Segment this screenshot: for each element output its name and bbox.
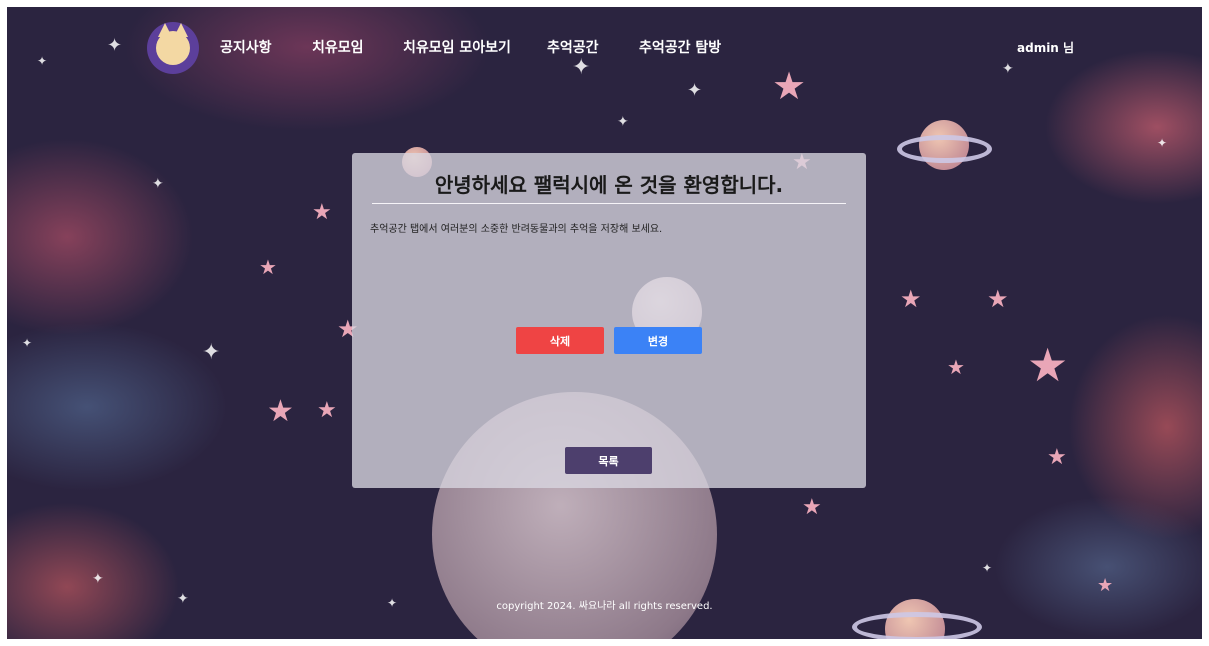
planet-ring-decoration xyxy=(852,612,982,639)
top-nav: 공지사항 치유모임 치유모임 모아보기 추억공간 추억공간 탐방 admin 님 xyxy=(7,7,1202,87)
list-button[interactable]: 목록 xyxy=(565,447,652,474)
nav-healing-group-all[interactable]: 치유모임 모아보기 xyxy=(403,37,511,57)
star-decoration: ★ xyxy=(267,394,294,429)
nav-notice[interactable]: 공지사항 xyxy=(220,37,272,57)
welcome-card: 안녕하세요 팰럭시에 온 것을 환영합니다. 추억공간 탭에서 여러분의 소중한… xyxy=(352,153,866,488)
card-title: 안녕하세요 팰럭시에 온 것을 환영합니다. xyxy=(434,173,784,197)
divider xyxy=(372,203,846,204)
star-decoration: ★ xyxy=(1027,338,1069,392)
nav-memory-explore[interactable]: 추억공간 탐방 xyxy=(639,37,721,57)
star-decoration: ★ xyxy=(987,285,1009,313)
page-frame: ★ ★ ★ ★ ★ ★ ★ ★ ★ ★ ★ ★ ★ ★ ✦ ✦ ✦ ✦ ✦ ✦ … xyxy=(7,7,1202,639)
logo-dog-icon[interactable] xyxy=(147,22,199,74)
star-decoration: ★ xyxy=(900,285,922,313)
star-decoration: ★ xyxy=(802,495,822,520)
sparkle-decoration: ✦ xyxy=(92,571,104,587)
sparkle-decoration: ✦ xyxy=(22,336,33,350)
star-decoration: ★ xyxy=(947,355,965,379)
star-decoration: ★ xyxy=(1097,575,1114,596)
sparkle-decoration: ✦ xyxy=(617,114,629,130)
nav-healing-group[interactable]: 치유모임 xyxy=(312,37,364,57)
star-decoration: ★ xyxy=(1047,445,1067,470)
footer-copyright: copyright 2024. 싸요나라 all rights reserved… xyxy=(496,601,713,612)
sparkle-decoration: ✦ xyxy=(1157,136,1168,150)
sparkle-decoration: ✦ xyxy=(982,561,993,575)
star-decoration: ★ xyxy=(317,398,337,423)
card-text: 추억공간 탭에서 여러분의 소중한 반려동물과의 추억을 저장해 보세요. xyxy=(370,224,663,235)
star-decoration: ★ xyxy=(312,200,332,225)
nav-memory-space[interactable]: 추억공간 xyxy=(547,37,599,57)
star-decoration: ★ xyxy=(259,255,277,279)
delete-button[interactable]: 삭제 xyxy=(516,327,604,354)
planet-ring-decoration xyxy=(897,135,992,163)
edit-button[interactable]: 변경 xyxy=(614,327,702,354)
sparkle-decoration: ✦ xyxy=(202,340,221,365)
dog-face-icon xyxy=(156,23,190,65)
user-name[interactable]: admin 님 xyxy=(1017,39,1074,56)
sparkle-decoration: ✦ xyxy=(152,176,164,192)
